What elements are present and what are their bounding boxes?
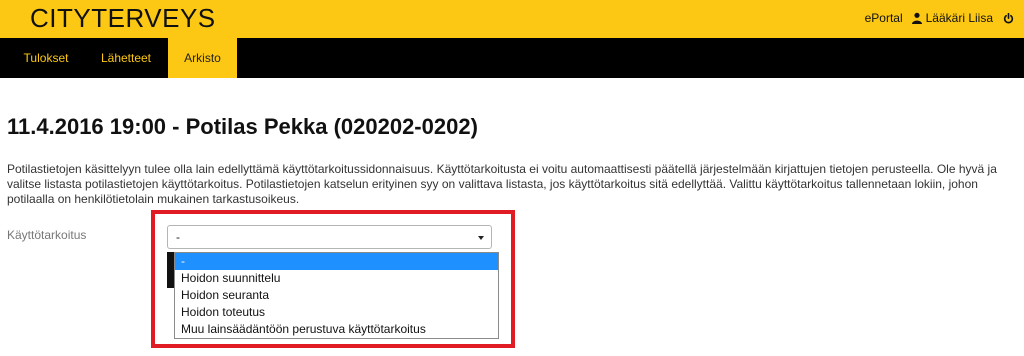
purpose-label: Käyttötarkoitus [7,228,87,242]
main-nav: Tulokset Lähetteet Arkisto [0,38,1024,78]
top-bar: CITYTERVEYS ePortal Lääkäri Liisa [0,0,1024,38]
purpose-dropdown-list[interactable]: - Hoidon suunnittelu Hoidon seuranta Hoi… [174,252,499,339]
tab-tulokset[interactable]: Tulokset [8,38,84,78]
tab-arkisto[interactable]: Arkisto [168,38,237,78]
purpose-option-hoidon-seuranta[interactable]: Hoidon seuranta [175,287,498,304]
purpose-option-empty[interactable]: - [175,253,498,270]
user-name[interactable]: Lääkäri Liisa [926,11,993,25]
user-icon [911,12,923,24]
brand-logo[interactable]: CITYTERVEYS [30,3,216,33]
purpose-option-hoidon-suunnittelu[interactable]: Hoidon suunnittelu [175,270,498,287]
purpose-option-hoidon-toteutus[interactable]: Hoidon toteutus [175,304,498,321]
purpose-select-value: - [176,230,180,244]
intro-text: Potilastietojen käsittelyyn tulee olla l… [7,162,997,206]
power-icon[interactable] [1003,12,1014,24]
purpose-select[interactable]: - [167,225,492,249]
eportal-link[interactable]: ePortal [865,11,903,25]
page-title: 11.4.2016 19:00 - Potilas Pekka (020202-… [7,114,478,139]
top-right-menu: ePortal Lääkäri Liisa [865,11,1014,25]
purpose-option-muu[interactable]: Muu lainsäädäntöön perustuva käyttötarko… [175,321,498,338]
chevron-down-icon [478,236,484,240]
tab-lahetteet[interactable]: Lähetteet [84,38,168,78]
